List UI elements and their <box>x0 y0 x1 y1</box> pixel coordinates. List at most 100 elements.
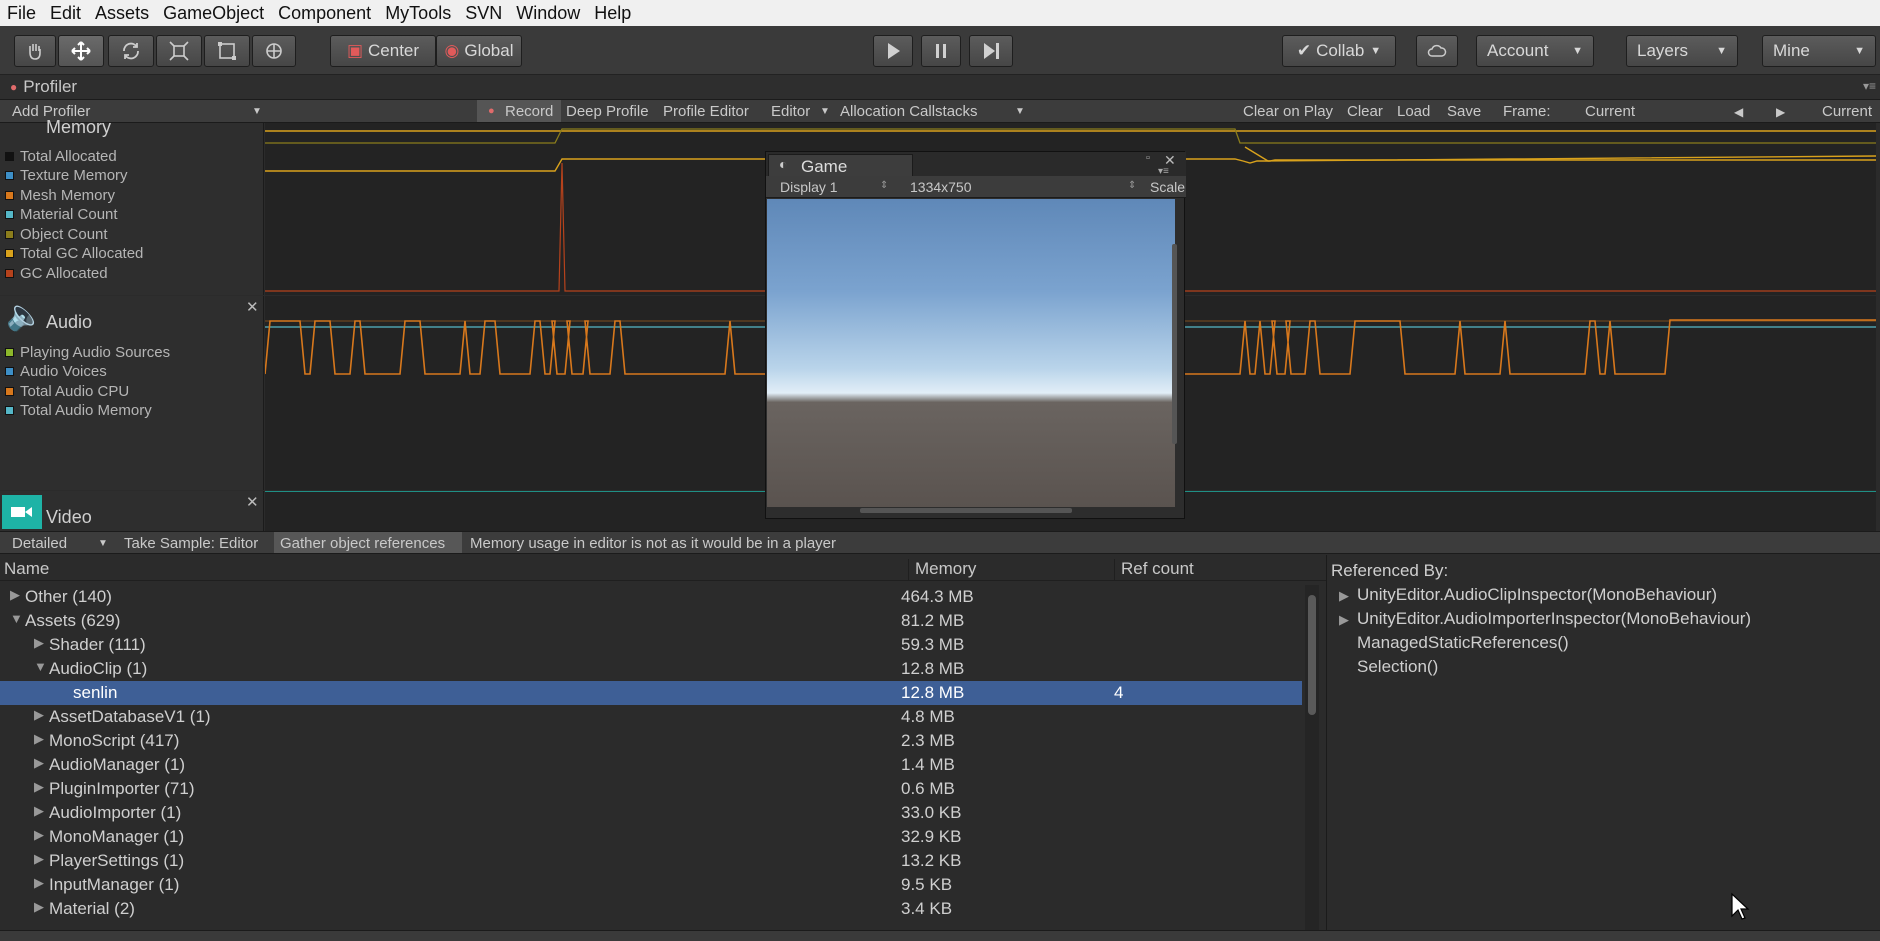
column-refcount-header[interactable]: Ref count <box>1114 559 1194 581</box>
collapsed-arrow-icon[interactable]: ▶ <box>34 827 44 843</box>
tree-scrollbar-thumb[interactable] <box>1308 595 1316 715</box>
legend-item[interactable]: GC Allocated <box>5 265 108 282</box>
legend-item[interactable]: Mesh Memory <box>5 187 115 204</box>
collapsed-arrow-icon[interactable]: ▶ <box>1339 612 1357 628</box>
detail-mode-dropdown[interactable]: Detailed <box>12 535 67 552</box>
account-dropdown[interactable]: Account ▼ <box>1476 35 1594 67</box>
legend-item[interactable]: Object Count <box>5 226 108 243</box>
menu-help[interactable]: Help <box>587 0 638 26</box>
load-button[interactable]: Load <box>1397 103 1430 120</box>
tree-scrollbar-track[interactable] <box>1305 585 1319 930</box>
resolution-dropdown[interactable]: 1334x750 <box>910 179 972 195</box>
play-button[interactable] <box>873 35 913 67</box>
legend-item[interactable]: Playing Audio Sources <box>5 344 170 361</box>
allocation-callstacks-dropdown[interactable]: Allocation Callstacks <box>840 103 978 120</box>
tree-row[interactable]: ▶ MonoManager (1) 32.9 KB <box>0 825 1302 849</box>
transform-tool-button[interactable] <box>252 35 296 67</box>
legend-item[interactable]: Texture Memory <box>5 167 128 184</box>
profile-editor-button[interactable]: Profile Editor <box>663 103 749 120</box>
menu-component[interactable]: Component <box>271 0 378 26</box>
reference-item[interactable]: Selection() <box>1339 657 1438 677</box>
expanded-arrow-icon[interactable]: ▼ <box>10 611 23 626</box>
close-icon[interactable]: ✕ <box>246 298 259 316</box>
current-frame-button[interactable]: Current <box>1822 103 1872 120</box>
profiler-tab[interactable]: Profiler <box>23 77 77 97</box>
tree-row[interactable]: ▶ InputManager (1) 9.5 KB <box>0 873 1302 897</box>
vertical-scrollbar[interactable] <box>1172 244 1177 444</box>
step-button[interactable] <box>969 35 1013 67</box>
collapsed-arrow-icon[interactable]: ▶ <box>34 899 44 915</box>
tree-row[interactable]: ▶ Other (140) 464.3 MB <box>0 585 1302 609</box>
pivot-center-button[interactable]: ▣ Center <box>330 35 436 67</box>
menu-assets[interactable]: Assets <box>88 0 156 26</box>
tree-row[interactable]: ▶ Material (2) 3.4 KB <box>0 897 1302 921</box>
tree-row[interactable]: ▶ PlayerSettings (1) 13.2 KB <box>0 849 1302 873</box>
clear-on-play-button[interactable]: Clear on Play <box>1243 103 1333 120</box>
deep-profile-button[interactable]: Deep Profile <box>566 103 649 120</box>
rotate-tool-button[interactable] <box>108 35 154 67</box>
move-tool-button[interactable] <box>58 35 104 67</box>
close-icon[interactable]: ✕ <box>246 493 259 511</box>
pause-button[interactable] <box>921 35 961 67</box>
collapsed-arrow-icon[interactable]: ▶ <box>34 755 44 771</box>
collapsed-arrow-icon[interactable]: ▶ <box>34 851 44 867</box>
maximize-icon[interactable]: ▫ <box>1146 152 1150 164</box>
reference-item[interactable]: ManagedStaticReferences() <box>1339 633 1569 653</box>
menu-file[interactable]: File <box>0 0 43 26</box>
game-viewport[interactable] <box>767 199 1175 507</box>
hand-tool-button[interactable] <box>14 35 56 67</box>
column-memory-header[interactable]: Memory <box>908 559 976 581</box>
reference-item[interactable]: ▶ UnityEditor.AudioClipInspector(MonoBeha… <box>1339 585 1717 605</box>
display-dropdown[interactable]: Display 1 <box>780 179 838 195</box>
layers-dropdown[interactable]: Layers ▼ <box>1626 35 1738 67</box>
legend-item[interactable]: Material Count <box>5 206 118 223</box>
game-tab[interactable]: ◐ Game <box>768 154 913 176</box>
menu-edit[interactable]: Edit <box>43 0 88 26</box>
rect-tool-button[interactable] <box>204 35 250 67</box>
tree-row[interactable]: ▶ AudioImporter (1) 33.0 KB <box>0 801 1302 825</box>
layout-dropdown[interactable]: Mine ▼ <box>1762 35 1876 67</box>
collapsed-arrow-icon[interactable]: ▶ <box>1339 588 1357 604</box>
collapsed-arrow-icon[interactable]: ▶ <box>34 875 44 891</box>
space-global-button[interactable]: ◉ Global <box>436 35 522 67</box>
tree-row[interactable]: senlin 12.8 MB 4 <box>0 681 1302 705</box>
column-name-header[interactable]: Name <box>4 559 49 579</box>
legend-item[interactable]: Audio Voices <box>5 363 107 380</box>
tree-row[interactable]: ▶ AudioManager (1) 1.4 MB <box>0 753 1302 777</box>
cloud-button[interactable] <box>1416 35 1458 67</box>
game-title-bar[interactable]: ◐ Game ▫ ✕ ▾≡ <box>766 152 1186 177</box>
tree-row[interactable]: ▶ PluginImporter (71) 0.6 MB <box>0 777 1302 801</box>
legend-item[interactable]: Total Audio Memory <box>5 402 152 419</box>
reference-item[interactable]: ▶ UnityEditor.AudioImporterInspector(Mono… <box>1339 609 1751 629</box>
next-frame-icon[interactable]: ▶ <box>1776 105 1785 119</box>
expanded-arrow-icon[interactable]: ▼ <box>34 659 47 674</box>
collab-dropdown[interactable]: ✔ Collab ▼ <box>1282 35 1396 67</box>
target-dropdown[interactable]: Editor <box>771 103 810 120</box>
gather-references-toggle[interactable]: Gather object references <box>280 535 445 552</box>
tree-row[interactable]: ▶ Shader (111) 59.3 MB <box>0 633 1302 657</box>
collapsed-arrow-icon[interactable]: ▶ <box>34 707 44 723</box>
legend-item[interactable]: Total Audio CPU <box>5 383 129 400</box>
tree-row[interactable]: ▼ AudioClip (1) 12.8 MB <box>0 657 1302 681</box>
menu-window[interactable]: Window <box>509 0 587 26</box>
tab-menu-icon[interactable]: ▾≡ <box>1863 79 1876 93</box>
tree-row[interactable]: ▶ AssetDatabaseV1 (1) 4.8 MB <box>0 705 1302 729</box>
collapsed-arrow-icon[interactable]: ▶ <box>34 731 44 747</box>
collapsed-arrow-icon[interactable]: ▶ <box>34 803 44 819</box>
save-button[interactable]: Save <box>1447 103 1481 120</box>
legend-item[interactable]: Total Allocated <box>5 148 117 165</box>
tree-row[interactable]: ▼ Assets (629) 81.2 MB <box>0 609 1302 633</box>
menu-mytools[interactable]: MyTools <box>378 0 458 26</box>
prev-frame-icon[interactable]: ◀ <box>1734 105 1743 119</box>
tree-row[interactable]: ▶ MonoScript (417) 2.3 MB <box>0 729 1302 753</box>
menu-gameobject[interactable]: GameObject <box>156 0 271 26</box>
scale-label[interactable]: Scale <box>1150 179 1185 195</box>
collapsed-arrow-icon[interactable]: ▶ <box>34 779 44 795</box>
game-window[interactable]: ◐ Game ▫ ✕ ▾≡ Display 1 ⇕ 1334x750 ⇕ Sca… <box>765 151 1186 519</box>
menu-svn[interactable]: SVN <box>458 0 509 26</box>
collapsed-arrow-icon[interactable]: ▶ <box>10 587 20 603</box>
scale-tool-button[interactable] <box>156 35 202 67</box>
legend-item[interactable]: Total GC Allocated <box>5 245 143 262</box>
collapsed-arrow-icon[interactable]: ▶ <box>34 635 44 651</box>
take-sample-button[interactable]: Take Sample: Editor <box>124 535 258 552</box>
